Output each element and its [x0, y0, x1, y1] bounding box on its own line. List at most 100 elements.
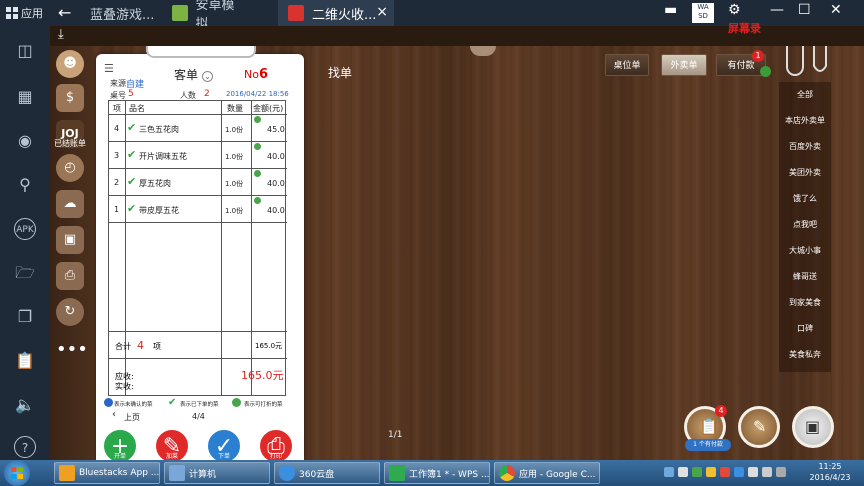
takeout-filter-list: 全部 本店外卖单 百度外卖 美团外卖 饿了么 点我吧 大城小事 蜂哥送 到家美食…	[779, 82, 831, 372]
menu-edit-button[interactable]: ✎	[738, 406, 780, 448]
clock-icon[interactable]: ◴	[56, 154, 84, 182]
list-handle-icon	[813, 46, 827, 72]
receipt-title[interactable]: 客单 ⌄	[174, 66, 214, 83]
filter-meishisiben[interactable]: 美食私奔	[779, 342, 831, 368]
tray-icon[interactable]	[692, 467, 702, 477]
place-order-button[interactable]: ✓ 下单	[206, 428, 242, 460]
taskbar-item-bluestacks[interactable]: Bluestacks App ...	[54, 462, 160, 484]
back-arrow-icon[interactable]: ←	[58, 3, 71, 22]
tray-icon[interactable]	[734, 467, 744, 477]
download-icon: ⤓	[58, 27, 64, 42]
help-icon[interactable]: ?	[14, 436, 36, 458]
gear-icon[interactable]: ⚙	[728, 2, 741, 18]
cash-hand-icon[interactable]: $	[56, 84, 84, 112]
taskbar-item-360cloud[interactable]: 360云盘	[274, 462, 380, 484]
grid-icon	[6, 7, 18, 19]
table-value: 5	[128, 89, 134, 99]
filter-all[interactable]: 全部	[779, 82, 831, 108]
app-side-menu: ☻ $ JOJ 已结账单 ◴ ☁ ▣ ⎙ ↻ •••	[50, 46, 90, 460]
close-tab-icon[interactable]: ×	[376, 4, 388, 20]
tab-label: 二维火收...	[312, 7, 377, 23]
col-name-header: 品名	[129, 104, 145, 113]
layers-icon[interactable]: ☰	[104, 62, 114, 75]
apk-install-icon[interactable]: APK	[14, 218, 36, 240]
tray-icon[interactable]	[664, 467, 674, 477]
tray-icon[interactable]	[678, 467, 688, 477]
recorder-watermark: 屏幕录	[728, 22, 761, 35]
open-order-button[interactable]: + 开单	[102, 428, 138, 460]
filter-eleme[interactable]: 饿了么	[779, 186, 831, 212]
filter-fenggesong[interactable]: 蜂哥送	[779, 264, 831, 290]
refresh-icon[interactable]: ↻	[56, 298, 84, 326]
rotate-screen-icon[interactable]: ▦	[14, 86, 36, 108]
payment-notice-button[interactable]: 📋 4 1 个有付款	[684, 405, 731, 451]
tab-table-orders[interactable]: 桌位单	[605, 54, 649, 76]
apps-button[interactable]: 应用	[0, 0, 48, 26]
chevron-down-icon[interactable]: ⌄	[202, 71, 214, 82]
filter-dianwoba[interactable]: 点我吧	[779, 212, 831, 238]
payment-notice-badge: 4	[715, 405, 727, 417]
filter-in-store-takeout[interactable]: 本店外卖单	[779, 108, 831, 134]
add-dish-button[interactable]: ✎ 加菜	[154, 428, 190, 460]
user-avatar-icon[interactable]: ☻	[56, 50, 84, 78]
discount-dot-icon	[254, 170, 261, 177]
item-amount: 40.0	[267, 206, 285, 215]
table-row[interactable]: 1 ✔ 带皮厚五花 1.0份 40.0	[109, 196, 287, 223]
cash-register-button[interactable]: ▣	[792, 406, 834, 448]
filter-meituan[interactable]: 美团外卖	[779, 160, 831, 186]
filter-baidu[interactable]: 百度外卖	[779, 134, 831, 160]
tab-takeout-orders[interactable]: 外卖单	[661, 54, 707, 76]
tab-2dfire-cashier[interactable]: 二维火收... ×	[278, 0, 394, 26]
tab-games[interactable]: 蓝叠游戏...	[80, 0, 160, 26]
taskbar-item-computer[interactable]: 计算机	[164, 462, 270, 484]
multi-window-icon[interactable]: ◫	[14, 40, 36, 62]
item-amount: 40.0	[267, 152, 285, 161]
ime-icon[interactable]	[776, 467, 786, 477]
minimize-to-tray-icon[interactable]: ▬	[664, 2, 677, 18]
filter-dachengxiaoshi[interactable]: 大城小事	[779, 238, 831, 264]
discount-dot-icon	[254, 197, 261, 204]
taskbar-clock[interactable]: 11:25 2016/4/23	[800, 461, 860, 483]
inbox-icon[interactable]: ▣	[56, 226, 84, 254]
maximize-icon[interactable]: ☐	[798, 2, 811, 18]
more-dots-icon[interactable]: •••	[56, 336, 88, 364]
receipt-pager: ‹ 上页 4/4	[104, 409, 300, 423]
total-count: 4	[137, 339, 144, 352]
taskbar-item-chrome[interactable]: 应用 - Google C...	[494, 462, 600, 484]
table-row[interactable]: 3 ✔ 开片调味五花 1.0份 40.0	[109, 142, 287, 169]
android-icon	[172, 5, 188, 21]
filter-koubei[interactable]: 口碑	[779, 316, 831, 342]
item-index: 2	[114, 178, 120, 187]
network-icon[interactable]	[748, 467, 758, 477]
volume-icon[interactable]: 🔈	[14, 394, 36, 416]
table-row[interactable]: 4 ✔ 三色五花肉 1.0份 45.0	[109, 115, 287, 142]
tray-icon[interactable]	[706, 467, 716, 477]
close-window-icon[interactable]: ✕	[830, 2, 842, 18]
volume-icon[interactable]	[762, 467, 772, 477]
printer-alert-icon[interactable]: ⎙	[56, 262, 84, 290]
tab-android-emulator[interactable]: 安卓模拟...	[162, 0, 258, 32]
filter-daojia[interactable]: 到家美食	[779, 290, 831, 316]
chevron-left-icon[interactable]: ‹	[112, 409, 116, 420]
legend-ordered: 表示已下单的菜	[180, 402, 219, 408]
taskbar-item-wps[interactable]: 工作簿1 * - WPS ...	[384, 462, 490, 484]
chat-icon[interactable]: ☁	[56, 190, 84, 218]
minimize-icon[interactable]: —	[770, 2, 784, 18]
check-icon: ✔	[168, 397, 177, 408]
folder-icon[interactable]: 🗁	[14, 262, 36, 284]
location-pin-icon[interactable]: ⚲	[14, 174, 36, 196]
tray-icon[interactable]	[720, 467, 730, 477]
taskbar-label: 工作簿1 * - WPS ...	[409, 469, 490, 480]
table-row[interactable]: 2 ✔ 厚五花肉 1.0份 40.0	[109, 169, 287, 196]
print-button[interactable]: ⎙ 打印	[258, 428, 294, 460]
filter-pull-handle[interactable]	[786, 46, 804, 76]
item-amount: 40.0	[267, 179, 285, 188]
discount-dot-icon	[254, 116, 261, 123]
prev-page-button[interactable]: 上页	[124, 412, 140, 423]
clipboard-icon[interactable]: 📋	[14, 350, 36, 372]
start-button[interactable]	[4, 460, 30, 486]
keyboard-icon[interactable]: WA SD	[692, 3, 714, 23]
copy-icon[interactable]: ❐	[14, 306, 36, 328]
filter-toggle-handle[interactable]	[812, 46, 828, 74]
camera-icon[interactable]: ◉	[14, 130, 36, 152]
